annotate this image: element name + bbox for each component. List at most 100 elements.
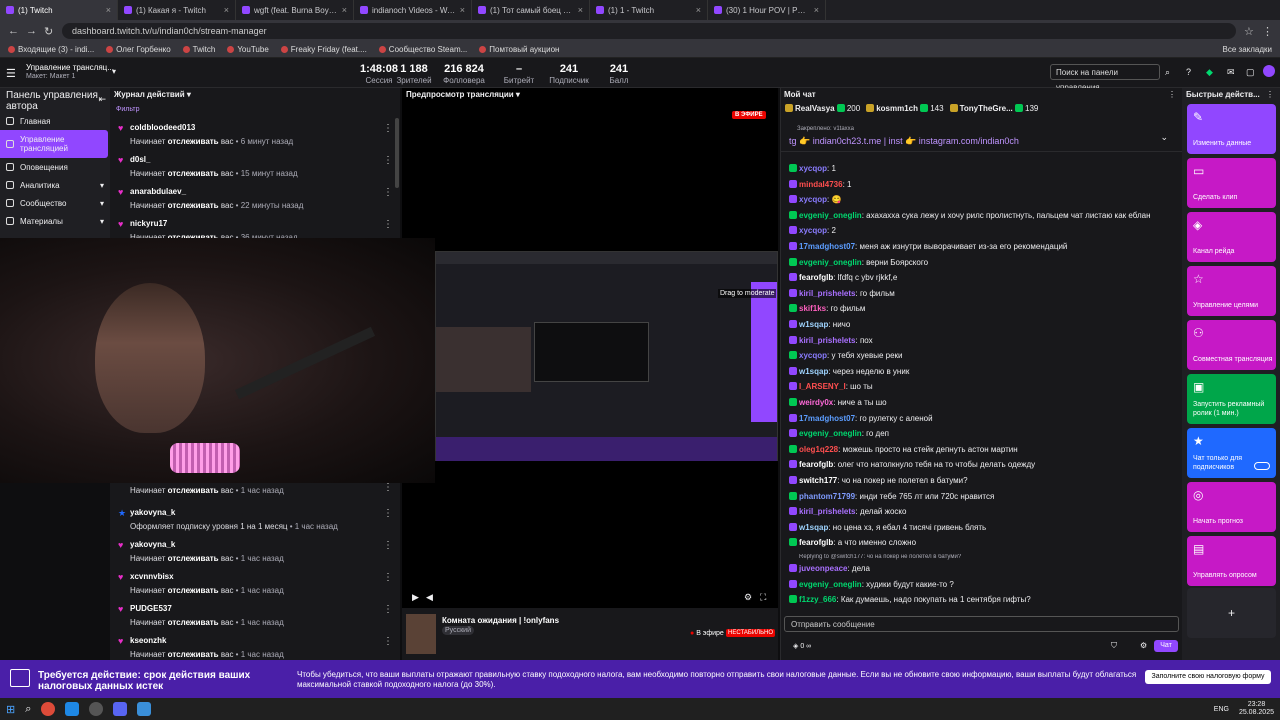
chat-username[interactable]: phantom71799 <box>799 492 855 501</box>
chat-message[interactable]: evgeniy_oneglin: го деп <box>789 429 1179 438</box>
play-icon[interactable]: ▶ <box>412 592 419 603</box>
quick-action-button[interactable]: ▣ Запустить рекламный ролик (1 мин.) <box>1187 374 1276 424</box>
fullscreen-icon[interactable]: ⛶ <box>760 592 766 603</box>
chat-message[interactable]: w1sqap: ничо <box>789 320 1179 329</box>
app-icon[interactable] <box>137 702 152 716</box>
chat-username[interactable]: w1sqap <box>799 320 828 329</box>
activity-item[interactable]: ♥ d0sl_ Начинает отслеживать вас • 15 мину… <box>118 155 393 178</box>
bookmark-item[interactable]: Олег Горбенко <box>106 45 171 54</box>
reload-icon[interactable]: ↻ <box>44 25 54 38</box>
chat-username[interactable]: f1zzy_666 <box>799 595 836 604</box>
chevron-down-icon[interactable]: ⌄ <box>1160 132 1168 143</box>
chat-username[interactable]: xycqop <box>799 164 827 173</box>
more-options-icon[interactable]: ⋮ <box>383 508 393 519</box>
chat-message[interactable]: juveonpeace: дела <box>789 564 1179 573</box>
back-icon[interactable]: ← <box>8 25 19 37</box>
chat-message[interactable]: oleg1q228: можешь просто на стейк депнут… <box>789 444 1179 454</box>
chat-username[interactable]: kiril_prishelets <box>799 336 855 345</box>
sidebar-item[interactable]: Управление трансляцией <box>0 130 108 158</box>
help-icon[interactable]: ? <box>1186 67 1191 77</box>
chrome-icon[interactable] <box>41 702 56 716</box>
bookmark-item[interactable]: YouTube <box>227 45 269 54</box>
close-icon[interactable]: × <box>696 5 701 15</box>
chat-menu-icon[interactable]: ⋮ <box>1168 90 1176 99</box>
chat-username[interactable]: switch177 <box>799 476 837 485</box>
bookmark-item[interactable]: Входящие (3) - indi... <box>8 45 94 54</box>
chat-message[interactable]: I_ARSENY_I: шо ты <box>789 382 1179 391</box>
chat-username[interactable]: fearofglb <box>799 273 833 282</box>
top-gifter[interactable]: RealVasya 200 <box>785 104 860 116</box>
activity-item[interactable]: ♥ yakovyna_k Начинает отслеживать вас • 1 … <box>118 540 393 563</box>
chat-message[interactable]: w1sqap: через неделю в уник <box>789 366 1179 376</box>
chat-username[interactable]: mindal4736 <box>799 180 843 189</box>
browser-menu-icon[interactable]: ⋮ <box>1262 25 1273 38</box>
close-icon[interactable]: × <box>578 5 583 15</box>
chat-message[interactable]: 17madghost07: меня аж изнутри выворачива… <box>789 242 1179 251</box>
quick-action-button[interactable]: ☆ Управление целями <box>1187 266 1276 316</box>
close-icon[interactable]: × <box>342 5 347 15</box>
feed-filter-link[interactable]: Фильтр <box>116 106 140 113</box>
chat-username[interactable]: juveonpeace <box>799 564 847 573</box>
activity-item[interactable]: ★ yakovyna_k Оформляет подписку уровня 1 н… <box>118 508 393 531</box>
more-options-icon[interactable]: ⋮ <box>383 482 393 493</box>
chat-username[interactable]: 17madghost07 <box>799 414 855 423</box>
close-icon[interactable]: × <box>460 5 465 15</box>
chat-message[interactable]: xycqop: у тебя хуевые реки <box>789 351 1179 360</box>
bookmark-star-icon[interactable]: ☆ <box>1244 25 1254 38</box>
bookmark-item[interactable]: Freaky Friday (feat.... <box>280 45 367 54</box>
collapse-sidebar-icon[interactable]: ⇤ <box>98 94 106 105</box>
activity-item[interactable]: ♥ kseonzhk Начинает отслеживать вас • 1 ча… <box>118 636 393 659</box>
chat-message[interactable]: f1zzy_666: Как думаешь, надо покупать на… <box>789 595 1179 604</box>
chat-message[interactable]: xycqop: 2 <box>789 226 1179 235</box>
settings-icon[interactable]: ⚙ <box>744 592 752 603</box>
forward-icon[interactable]: → <box>26 25 37 37</box>
browser-tab[interactable]: indianoch Videos - Watch On- × <box>354 0 472 20</box>
chat-username[interactable]: fearofglb <box>799 538 833 547</box>
quick-action-button[interactable]: ★ Чат только для подписчиков <box>1187 428 1276 478</box>
more-options-icon[interactable]: ⋮ <box>383 187 393 198</box>
discord-icon[interactable] <box>113 702 128 716</box>
chat-send-button[interactable]: Чат <box>1154 640 1178 652</box>
chat-username[interactable]: evgeniy_oneglin <box>799 429 862 438</box>
chat-username[interactable]: evgeniy_oneglin <box>799 580 862 589</box>
chat-message[interactable]: skif1ks: го фильм <box>789 304 1179 313</box>
chat-settings-icon[interactable]: ⚙ <box>1140 641 1147 650</box>
sidebar-item[interactable]: Аналитика ▾ <box>0 176 110 194</box>
more-options-icon[interactable]: ⋮ <box>383 572 393 583</box>
gem-icon[interactable]: ◆ <box>1206 67 1213 78</box>
search-icon[interactable]: ⌕ <box>25 703 31 716</box>
chat-username[interactable]: xycqop <box>799 195 827 204</box>
chat-username[interactable]: xycqop <box>799 226 827 235</box>
bookmark-item[interactable]: Сообщество Steam... <box>378 45 467 54</box>
notifications-icon[interactable]: ▢ <box>1246 67 1255 78</box>
chat-message[interactable]: xycqop: 😋 <box>789 195 1179 204</box>
stream-video[interactable] <box>435 251 778 461</box>
browser-tab[interactable]: (1) Какая я - Twitch × <box>118 0 236 20</box>
browser-tab[interactable]: (1) 1 - Twitch × <box>590 0 708 20</box>
quick-actions-menu-icon[interactable]: ⋮ <box>1266 90 1274 99</box>
more-options-icon[interactable]: ⋮ <box>383 636 393 647</box>
chat-username[interactable]: evgeniy_oneglin <box>799 211 862 220</box>
add-quick-action-button[interactable]: + <box>1187 588 1276 638</box>
chat-username[interactable]: evgeniy_oneglin <box>799 258 862 267</box>
browser-tab[interactable]: (1) Тот самый боец - Twitch × <box>472 0 590 20</box>
chat-message[interactable]: evgeniy_oneglin: ахахахха сука лежу и хо… <box>789 210 1179 220</box>
chat-username[interactable]: weirdy0x <box>799 398 833 407</box>
chat-message[interactable]: fearofglb: а что именно сложно <box>789 538 1179 547</box>
quick-action-button[interactable]: ⚇ Совместная трансляция <box>1187 320 1276 370</box>
chat-message[interactable]: w1sqap: но цена хз, я ебал 4 тисячі грив… <box>789 522 1179 532</box>
inbox-icon[interactable]: ✉ <box>1227 67 1235 78</box>
chat-username[interactable]: fearofglb <box>799 460 833 469</box>
chat-message[interactable]: phantom71799: инди тебе 765 лт или 720с … <box>789 491 1179 501</box>
activity-item[interactable]: ♥ PUDGE537 Начинает отслеживать вас • 1 ча… <box>118 604 393 627</box>
close-icon[interactable]: × <box>106 5 111 15</box>
avatar[interactable] <box>1263 65 1275 77</box>
chat-username[interactable]: w1sqap <box>799 523 828 532</box>
browser-tab[interactable]: (1) Twitch × <box>0 0 118 20</box>
activity-item[interactable]: ♥ anarabdulaev_ Начинает отслеживать вас •… <box>118 187 393 210</box>
close-icon[interactable]: × <box>814 5 819 15</box>
quick-action-button[interactable]: ▤ Управлять опросом <box>1187 536 1276 586</box>
chat-username[interactable]: I_ARSENY_I <box>799 382 846 391</box>
chat-username[interactable]: xycqop <box>799 351 827 360</box>
app-icon[interactable] <box>65 702 80 716</box>
